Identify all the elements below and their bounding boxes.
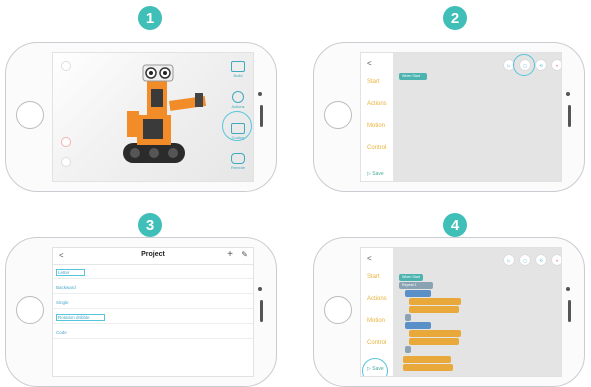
home-button[interactable] xyxy=(16,296,44,324)
menu-actions[interactable]: Actions xyxy=(227,91,249,109)
earpiece xyxy=(260,300,263,322)
home-button[interactable] xyxy=(324,296,352,324)
menu-remote-label: Remote xyxy=(230,165,245,170)
screen-project-list: < Project + ✎ Letter Backward Single Rot… xyxy=(52,247,254,377)
category-panel: < Start Actions Motion Control ▷ Save xyxy=(361,248,394,376)
undo-icon[interactable]: ⟲ xyxy=(535,59,547,71)
edit-icon[interactable]: ✎ xyxy=(241,250,248,259)
screen-robot-home: Build Actions Coding Remote xyxy=(52,52,254,182)
home-button[interactable] xyxy=(16,101,44,129)
project-header: < Project + ✎ xyxy=(53,248,253,265)
block[interactable] xyxy=(405,322,431,329)
screen-coding-program: < Start Actions Motion Control ▷ Save Wh… xyxy=(360,247,562,377)
category-start[interactable]: Start xyxy=(367,79,380,85)
step-badge-1: 1 xyxy=(138,6,162,30)
block[interactable] xyxy=(409,306,459,313)
block[interactable] xyxy=(405,314,411,321)
project-row[interactable]: Letter xyxy=(53,267,253,279)
block[interactable] xyxy=(405,346,411,353)
menu-build-label: Build xyxy=(233,73,243,78)
back-button[interactable]: < xyxy=(367,59,372,68)
project-name: Code xyxy=(56,330,67,335)
stop-highlight xyxy=(513,54,535,76)
screen-coding-empty: < Start Actions Motion Control ▷ Save Wh… xyxy=(360,52,562,182)
phone-frame-4: < Start Actions Motion Control ▷ Save Wh… xyxy=(313,237,585,387)
page-title: Project xyxy=(141,251,165,258)
remote-icon xyxy=(231,153,245,164)
info-icon[interactable] xyxy=(61,61,71,71)
category-control[interactable]: Control xyxy=(367,145,386,151)
step-badge-4: 4 xyxy=(443,213,467,237)
stop-icon[interactable]: ◻ xyxy=(519,254,531,266)
save-highlight xyxy=(362,358,388,376)
category-motion[interactable]: Motion xyxy=(367,123,385,129)
step-badge-3: 3 xyxy=(138,213,162,237)
phone-frame-3: < Project + ✎ Letter Backward Single Rot… xyxy=(5,237,277,387)
block[interactable] xyxy=(409,338,459,345)
settings-icon[interactable] xyxy=(61,157,71,167)
block[interactable] xyxy=(409,330,461,337)
project-row[interactable]: Code xyxy=(53,327,253,339)
block[interactable] xyxy=(403,364,453,371)
category-motion[interactable]: Motion xyxy=(367,318,385,324)
camera xyxy=(566,92,570,96)
build-icon xyxy=(231,61,245,72)
coding-highlight xyxy=(222,111,252,141)
project-row[interactable]: Rotation dribble xyxy=(53,312,253,324)
category-panel: < Start Actions Motion Control ▷ Save xyxy=(361,53,394,181)
earpiece xyxy=(568,105,571,127)
project-row[interactable]: Single xyxy=(53,297,253,309)
earpiece xyxy=(260,105,263,127)
back-button[interactable]: < xyxy=(367,254,372,263)
home-button[interactable] xyxy=(324,101,352,129)
menu-actions-label: Actions xyxy=(231,104,245,109)
undo-icon[interactable]: ⟲ xyxy=(535,254,547,266)
robot-image xyxy=(123,64,207,163)
category-actions[interactable]: Actions xyxy=(367,101,387,107)
phone-frame-2: < Start Actions Motion Control ▷ Save Wh… xyxy=(313,42,585,192)
actions-icon xyxy=(232,91,244,103)
add-icon[interactable]: + xyxy=(227,249,233,260)
pause-icon[interactable]: ⏸ xyxy=(551,59,561,71)
step-badge-2: 2 xyxy=(443,6,467,30)
earpiece xyxy=(568,300,571,322)
record-icon[interactable] xyxy=(61,137,71,147)
when-start-block[interactable]: When Start xyxy=(399,73,427,80)
category-actions[interactable]: Actions xyxy=(367,296,387,302)
camera xyxy=(258,287,262,291)
block[interactable] xyxy=(403,356,451,363)
pause-icon[interactable]: ⏸ xyxy=(551,254,561,266)
project-row[interactable]: Backward xyxy=(53,282,253,294)
menu-build[interactable]: Build xyxy=(227,61,249,78)
repeat-block[interactable]: Repeat 1 xyxy=(399,282,433,289)
project-name: Letter xyxy=(56,269,85,276)
camera xyxy=(258,92,262,96)
project-name: Single xyxy=(56,300,69,305)
menu-remote[interactable]: Remote xyxy=(227,153,249,170)
project-name: Rotation dribble xyxy=(56,314,105,321)
save-button[interactable]: ▷ Save xyxy=(367,171,384,177)
block[interactable] xyxy=(409,298,461,305)
category-control[interactable]: Control xyxy=(367,340,386,346)
play-icon[interactable]: ▷ xyxy=(503,254,515,266)
block[interactable] xyxy=(405,290,431,297)
when-start-block[interactable]: When Start xyxy=(399,274,423,281)
project-name: Backward xyxy=(56,285,76,290)
phone-frame-1: Build Actions Coding Remote xyxy=(5,42,277,192)
category-start[interactable]: Start xyxy=(367,274,380,280)
camera xyxy=(566,287,570,291)
